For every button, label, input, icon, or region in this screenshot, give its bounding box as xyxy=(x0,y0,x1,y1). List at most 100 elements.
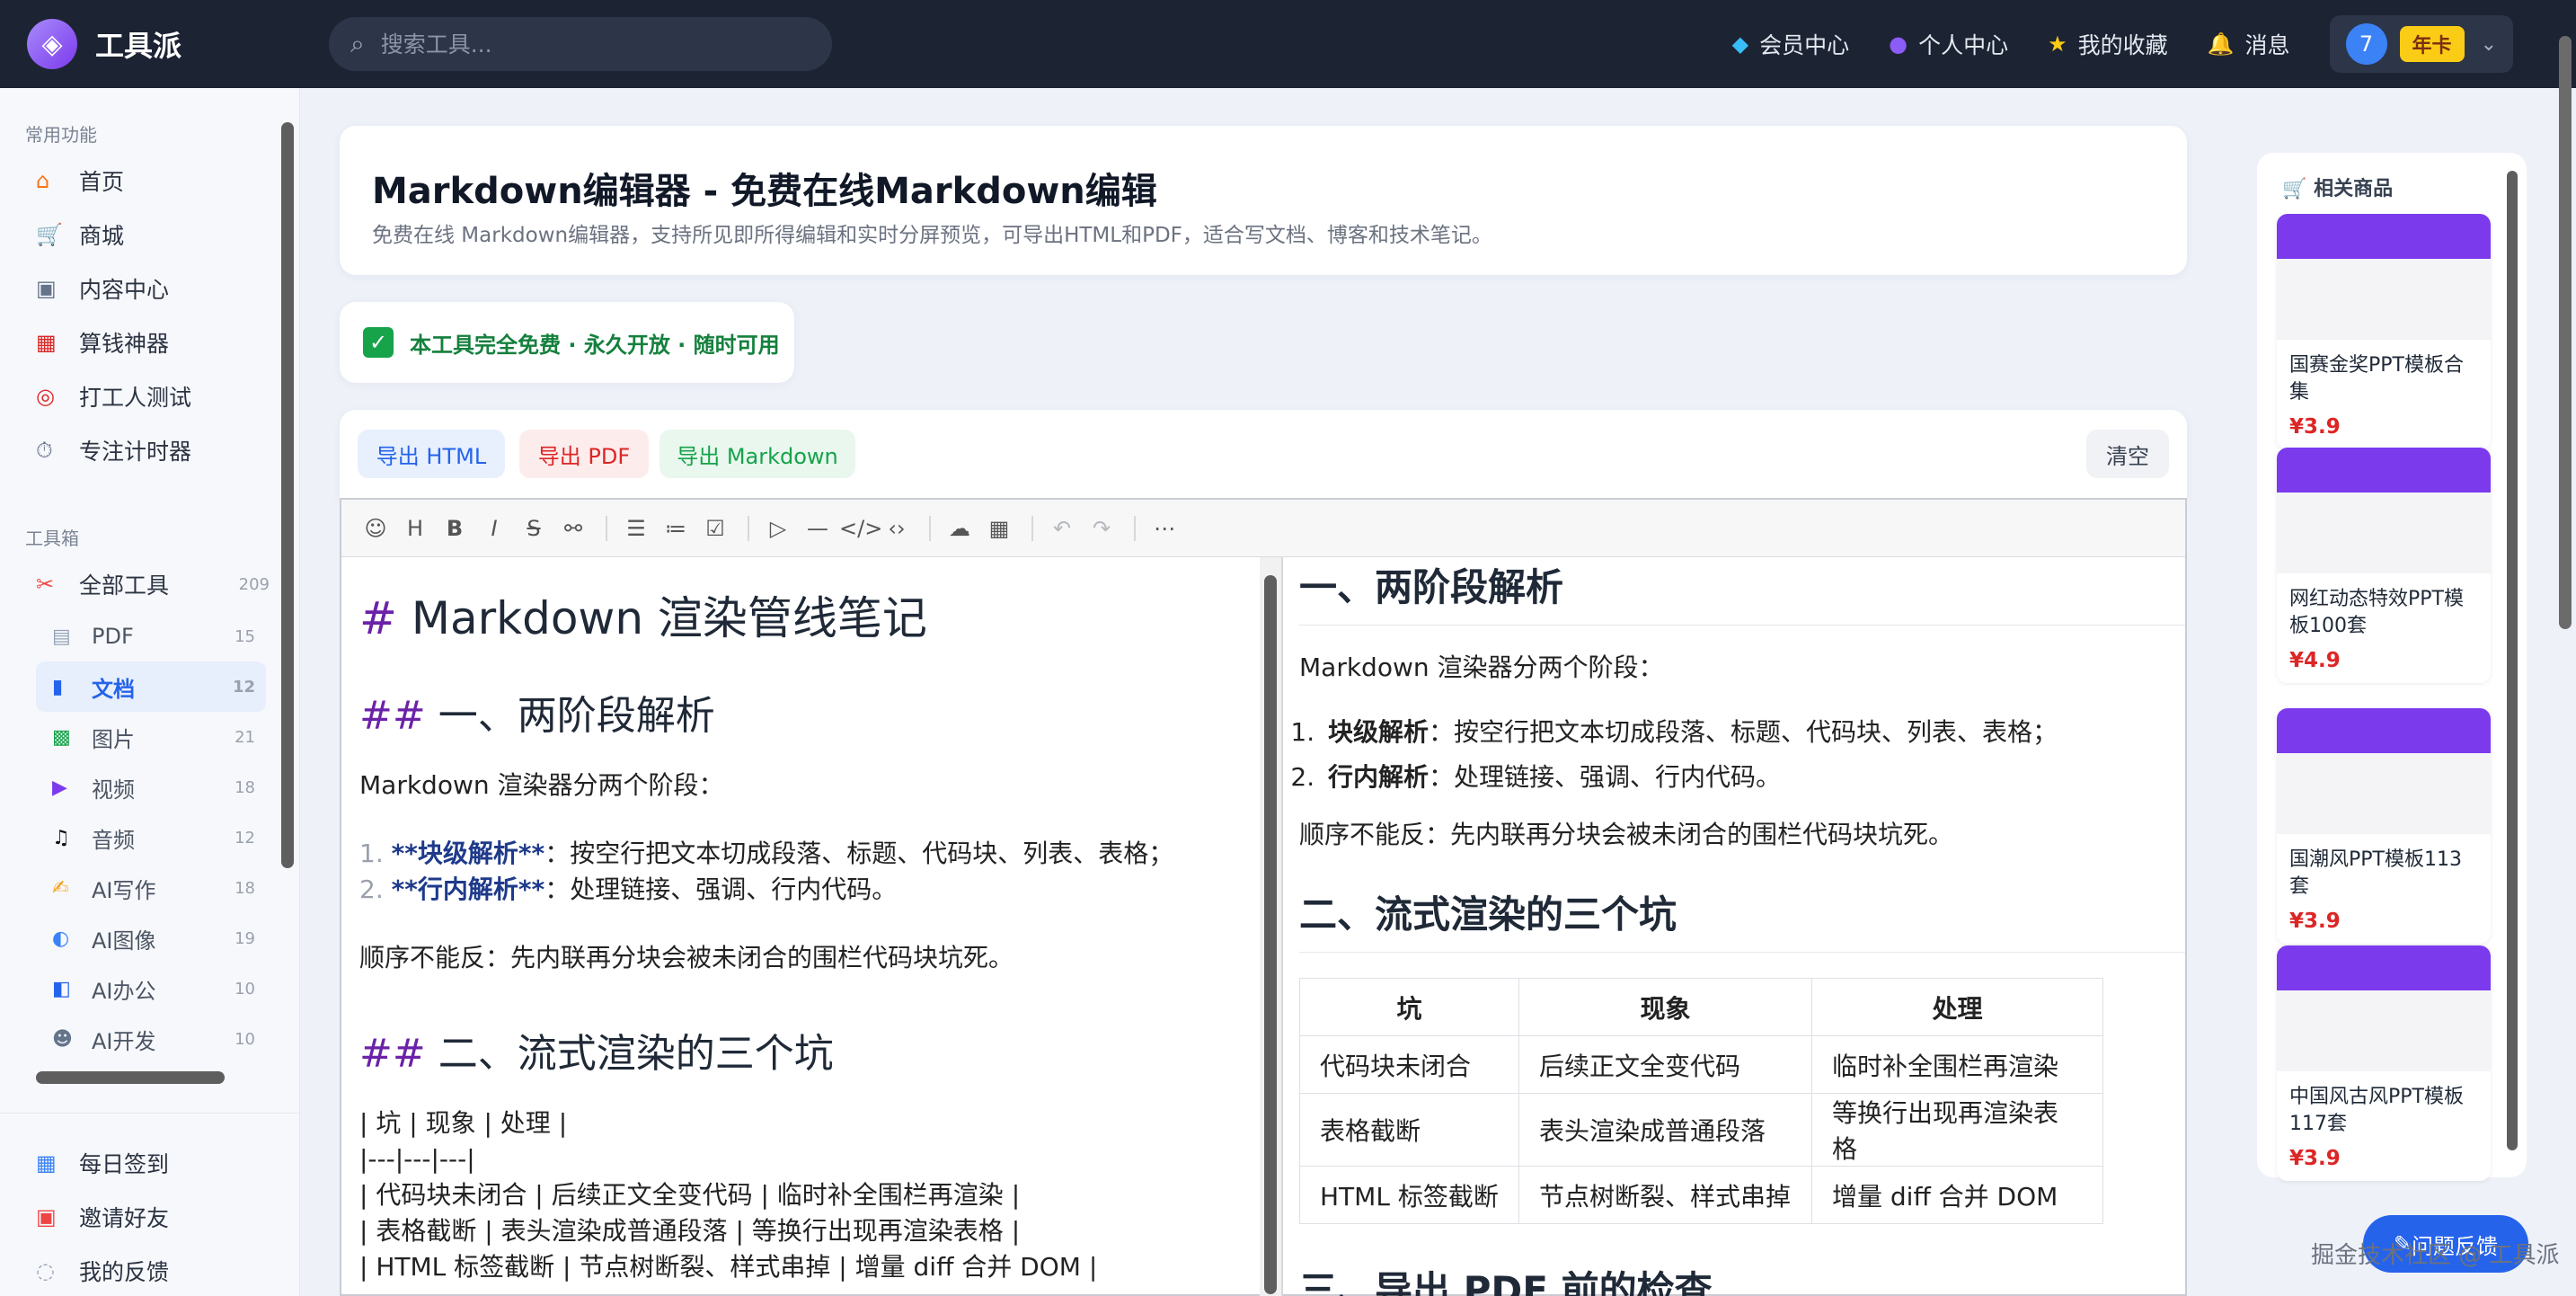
more-icon[interactable]: ⋯ xyxy=(1146,516,1182,541)
product-card[interactable]: 国潮风PPT模板113套 ¥3.9 xyxy=(2277,708,2491,944)
list-number: 2. xyxy=(359,874,384,904)
code-block-icon[interactable]: </> xyxy=(839,516,882,541)
nav-member-center[interactable]: ◆ 会员中心 xyxy=(1732,28,1849,60)
nav-messages[interactable]: 🔔 消息 xyxy=(2208,28,2290,60)
source-h1-text: Markdown 渲染管线笔记 xyxy=(411,592,927,644)
source-h2-text: 一、两阶段解析 xyxy=(438,693,715,739)
upload-icon[interactable]: ☁ xyxy=(942,516,978,541)
export-pdf-button[interactable]: 导出 PDF xyxy=(519,430,649,478)
sidebar-item-pdf[interactable]: ▤ PDF 15 xyxy=(36,611,266,661)
bullet-list-icon[interactable]: ☰ xyxy=(618,516,654,541)
list-number: 1. xyxy=(359,839,384,868)
checklist-icon[interactable]: ☑ xyxy=(697,516,733,541)
sidebar-item-label: AI图像 xyxy=(92,928,156,954)
source-pane[interactable]: # Markdown 渲染管线笔记 ## 一、两阶段解析 Markdown 渲染… xyxy=(341,557,1281,1296)
preview-list: 块级解析：按空行把文本切成段落、标题、代码块、列表、表格； 行内解析：处理链接、… xyxy=(1323,710,2185,800)
brand[interactable]: ◈ 工具派 xyxy=(27,19,297,69)
italic-icon[interactable]: I xyxy=(476,516,512,541)
product-name: 国赛金奖PPT模板合集 xyxy=(2289,354,2464,404)
heading-icon[interactable]: H xyxy=(397,516,433,541)
sidebar-item-invite[interactable]: ▣ 邀请好友 xyxy=(36,1190,169,1244)
sidebar-item-images[interactable]: ▩ 图片 21 xyxy=(36,712,266,762)
preview-h2: 三、导出 PDF 前的检查 xyxy=(1299,1260,2185,1296)
sidebar-item-all-tools[interactable]: ✂ 全部工具 209 xyxy=(36,557,270,611)
redo-icon[interactable]: ↷ xyxy=(1084,516,1120,541)
toolbar-separator xyxy=(606,515,607,541)
sidebar-item-calculator[interactable]: ▦ 算钱神器 xyxy=(36,315,299,369)
sidebar-item-label: 内容中心 xyxy=(79,277,170,303)
sidebar-item-checkin[interactable]: ▦ 每日签到 xyxy=(36,1136,169,1190)
sidebar-item-content[interactable]: ▣ 内容中心 xyxy=(36,262,299,315)
sidebar-item-video[interactable]: ▶ 视频 18 xyxy=(36,762,266,812)
count-badge: 21 xyxy=(235,727,255,747)
table-icon[interactable]: ▦ xyxy=(981,516,1017,541)
cart-icon: 🛒 xyxy=(2282,178,2307,200)
sidebar-item-home[interactable]: ⌂ 首页 xyxy=(36,154,299,208)
sidebar-item-label: AI开发 xyxy=(92,1028,156,1054)
search-bar[interactable]: ⌕ xyxy=(329,17,832,71)
table-header-row: 坑 现象 处理 xyxy=(1299,978,2103,1036)
related-products: 🛒 相关商品 国赛金奖PPT模板合集 ¥3.9 网红动态特效PPT模板100套 … xyxy=(2257,153,2527,1181)
export-html-button[interactable]: 导出 HTML xyxy=(358,430,505,478)
sidebar-item-audio[interactable]: ♫ 音频 12 xyxy=(36,812,266,863)
sidebar-item-ai-writing[interactable]: ✍ AI写作 18 xyxy=(36,863,266,913)
rail-scrollbar[interactable] xyxy=(2507,171,2518,1150)
sidebar-horizontal-scrollbar[interactable] xyxy=(36,1071,225,1084)
preview-pane: 一、两阶段解析 Markdown 渲染器分两个阶段： 块级解析：按空行把文本切成… xyxy=(1283,557,2185,1296)
bold-icon[interactable]: B xyxy=(437,516,473,541)
nav-personal-center[interactable]: ● 个人中心 xyxy=(1889,28,2008,60)
horizontal-rule-icon[interactable]: — xyxy=(800,516,836,541)
product-card[interactable]: 中国风古风PPT模板117套 ¥3.9 xyxy=(2277,945,2491,1181)
source-h2-text: 二、流式渲染的三个坑 xyxy=(438,1031,834,1077)
sidebar-item-label: 文档 xyxy=(92,676,135,702)
sidebar-item-shop[interactable]: 🛒 商城 xyxy=(36,208,299,262)
product-name: 中国风古风PPT模板117套 xyxy=(2289,1086,2464,1135)
product-card[interactable]: 国赛金奖PPT模板合集 ¥3.9 xyxy=(2277,214,2491,449)
count-badge: 10 xyxy=(235,979,255,999)
link-icon[interactable]: ⚯ xyxy=(555,516,591,541)
strikethrough-icon[interactable]: S xyxy=(516,516,552,541)
product-price: ¥3.9 xyxy=(2289,910,2341,933)
sidebar-item-ai-dev[interactable]: ☻ AI开发 10 xyxy=(36,1014,266,1064)
hash-mark: # xyxy=(359,592,397,644)
scroll-thumb[interactable] xyxy=(1264,575,1277,1294)
sidebar-item-focus-timer[interactable]: ⏱ 专注计时器 xyxy=(36,423,299,477)
source-line: | HTML 标签截断 | 节点树断裂、样式串掉 | 增量 diff 合并 DO… xyxy=(359,1252,1098,1282)
user-icon: ● xyxy=(1889,31,1908,57)
emoji-icon[interactable]: ☺ xyxy=(358,516,394,541)
rail-title: 🛒 相关商品 xyxy=(2282,173,2393,201)
table-cell: 临时补全围栏再渲染 xyxy=(1811,1035,2103,1094)
table-cell: 表格截断 xyxy=(1299,1093,1519,1167)
sidebar-item-ai-office[interactable]: ◧ AI办公 10 xyxy=(36,963,266,1014)
sidebar-item-feedback[interactable]: ◌ 我的反馈 xyxy=(36,1244,169,1296)
home-icon: ⌂ xyxy=(36,168,50,193)
sidebar-item-label: 首页 xyxy=(79,169,125,195)
search-input[interactable] xyxy=(380,31,794,58)
inline-code-icon[interactable]: ‹› xyxy=(879,516,915,541)
page-scrollbar[interactable] xyxy=(2559,36,2572,629)
table-row: HTML 标签截断 节点树断裂、样式串掉 增量 diff 合并 DOM xyxy=(1299,1166,2103,1224)
sidebar-item-docs[interactable]: ▮ 文档 12 xyxy=(36,661,266,712)
pen-icon: ✍ xyxy=(52,876,69,900)
robot-icon: ☻ xyxy=(52,1027,73,1051)
quote-icon[interactable]: ▷ xyxy=(760,516,796,541)
source-scrollbar[interactable] xyxy=(1260,557,1281,1296)
sidebar-item-worker-test[interactable]: ◎ 打工人测试 xyxy=(36,369,299,423)
calculator-icon: ▦ xyxy=(36,330,57,355)
count-badge: 209 xyxy=(238,574,270,594)
sidebar-item-ai-image[interactable]: ◐ AI图像 19 xyxy=(36,913,266,963)
user-menu[interactable]: 7 年卡 ⌄ xyxy=(2329,15,2513,73)
product-thumbnail xyxy=(2277,214,2491,340)
sidebar-scrollbar[interactable] xyxy=(281,122,294,868)
export-markdown-button[interactable]: 导出 Markdown xyxy=(659,430,855,478)
product-price: ¥4.9 xyxy=(2289,649,2341,672)
sidebar-item-label: AI写作 xyxy=(92,877,156,903)
sidebar: 常用功能 ⌂ 首页 🛒 商城 ▣ 内容中心 ▦ 算钱神器 ◎ 打工人测试 ⏱ 专注计时器 工… xyxy=(0,88,300,1296)
product-card[interactable]: 网红动态特效PPT模板100套 ¥4.9 xyxy=(2277,448,2491,683)
search-icon: ⌕ xyxy=(350,29,365,58)
nav-favorites[interactable]: ★ 我的收藏 xyxy=(2048,28,2168,60)
undo-icon[interactable]: ↶ xyxy=(1044,516,1080,541)
ordered-list-icon[interactable]: ≔ xyxy=(658,516,694,541)
clear-button[interactable]: 清空 xyxy=(2086,430,2169,478)
cart-icon: 🛒 xyxy=(36,222,63,247)
